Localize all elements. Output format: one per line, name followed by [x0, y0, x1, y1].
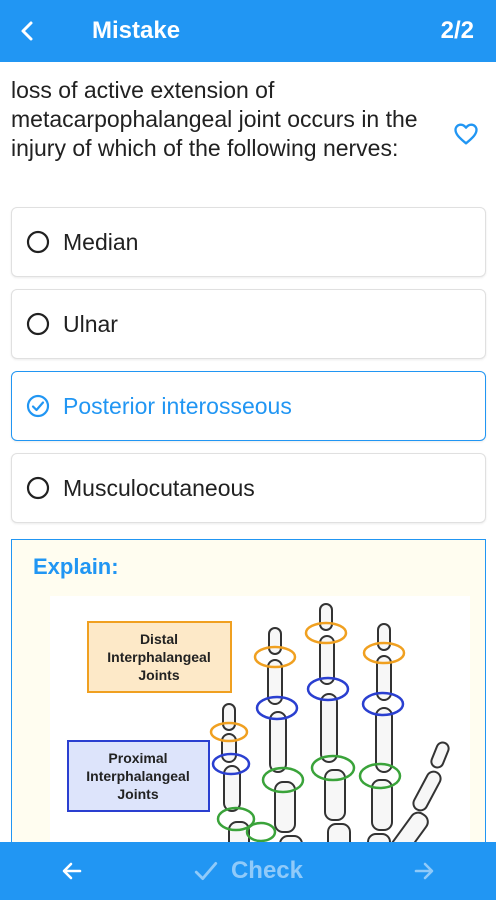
check-circle-icon — [26, 394, 50, 418]
option-label: Median — [63, 228, 139, 255]
option-musculocutaneous[interactable]: Musculocutaneous — [11, 453, 486, 523]
question-text: loss of active extension of metacarpopha… — [11, 77, 418, 161]
option-posterior-interosseous[interactable]: Posterior interosseous — [11, 371, 486, 441]
distal-label-line: Interphalangeal — [107, 649, 210, 665]
arrow-right-icon — [414, 862, 434, 880]
heart-outline-icon — [454, 123, 478, 145]
distal-label-line: Joints — [138, 667, 179, 683]
top-app-bar: Mistake 2/2 — [0, 0, 496, 62]
check-button[interactable]: Check — [193, 857, 303, 885]
next-button[interactable] — [394, 842, 454, 900]
radio-unchecked-icon — [26, 312, 50, 336]
option-label: Ulnar — [63, 310, 118, 337]
favorite-button[interactable] — [452, 120, 480, 148]
radio-unchecked-icon — [26, 230, 50, 254]
explanation-panel: Explain: Distal Interphalangeal Joints P… — [11, 539, 486, 859]
check-label: Check — [230, 857, 304, 884]
radio-unchecked-icon — [26, 476, 50, 500]
distal-label-line: Distal — [140, 631, 178, 647]
proximal-label-line: Joints — [117, 786, 158, 802]
explanation-title: Explain: — [33, 554, 119, 579]
option-label: Musculocutaneous — [63, 474, 255, 501]
proximal-label-line: Proximal — [108, 750, 167, 766]
bottom-nav-bar: Check — [0, 842, 496, 900]
page-title: Mistake — [92, 17, 181, 44]
option-ulnar[interactable]: Ulnar — [11, 289, 486, 359]
previous-button[interactable] — [42, 842, 102, 900]
arrow-left-icon — [62, 862, 82, 880]
back-button[interactable] — [0, 0, 56, 62]
proximal-label-line: Interphalangeal — [86, 768, 189, 784]
option-median[interactable]: Median — [11, 207, 486, 277]
question-counter: 2/2 — [440, 17, 474, 44]
check-icon — [194, 862, 218, 880]
hand-joints-diagram: Distal Interphalangeal Joints Proximal I… — [50, 596, 470, 858]
chevron-left-icon — [21, 21, 33, 41]
option-label: Posterior interosseous — [63, 392, 292, 419]
